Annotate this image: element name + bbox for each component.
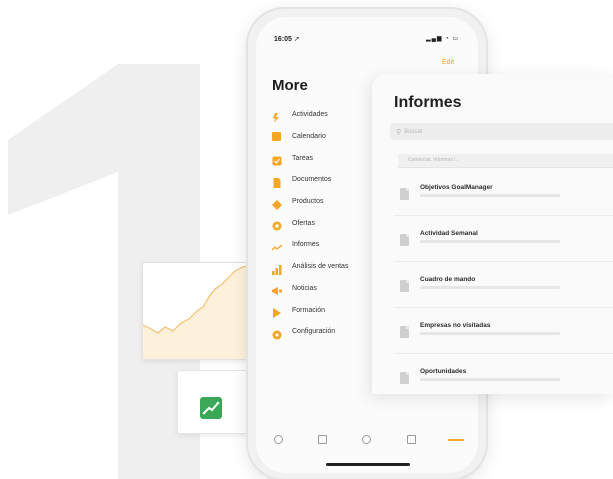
filter-chip-label: Comercial, Informes i...: [408, 157, 460, 163]
report-title: Empresas no visitadas: [420, 322, 491, 329]
report-subtitle-placeholder: [420, 332, 560, 335]
companies-tab-icon: [406, 435, 416, 444]
calendar-icon: [272, 131, 282, 142]
tab-home[interactable]: [260, 435, 296, 444]
tab-contacts[interactable]: [349, 435, 385, 444]
tasks-icon: [272, 153, 282, 166]
document-icon: [400, 234, 409, 246]
status-icons: ▂▄▆ ◔ ▭: [426, 36, 460, 42]
document-icon: [400, 326, 409, 338]
informes-title: Informes: [394, 94, 462, 111]
reports-list: Objetivos GoalManager Actividad Semanal …: [394, 170, 613, 394]
report-subtitle-placeholder: [420, 286, 560, 289]
menu-item-label: Noticias: [292, 284, 317, 292]
calendar-tab-icon: [318, 435, 328, 444]
report-item[interactable]: Oportunidades: [394, 354, 613, 394]
reports-icon: [271, 240, 283, 251]
trend-app-icon: [200, 397, 222, 419]
report-title: Objetivos GoalManager: [420, 184, 493, 191]
report-item[interactable]: Objetivos GoalManager: [394, 170, 613, 216]
document-icon: [400, 188, 409, 200]
document-icon: [400, 280, 409, 292]
report-title: Cuadro de mando: [420, 276, 476, 283]
informes-panel: Informes ⚲ Buscar Comercial, Informes i.…: [372, 74, 613, 394]
menu-item-label: Productos: [292, 198, 324, 206]
menu-item-label: Ofertas: [292, 219, 315, 227]
status-time: 16:05 ➚: [274, 36, 300, 43]
menu-item-label: Informes: [292, 241, 320, 249]
report-title: Actividad Semanal: [420, 230, 478, 237]
report-subtitle-placeholder: [420, 240, 560, 243]
menu-item-label: Análisis de ventas: [292, 263, 349, 271]
report-title: Oportunidades: [420, 368, 467, 375]
more-tab-icon: [447, 439, 464, 441]
search-input[interactable]: ⚲ Buscar: [390, 123, 613, 140]
tab-more[interactable]: [438, 435, 474, 444]
document-icon: [400, 372, 409, 384]
home-tab-icon: [273, 435, 283, 444]
report-item[interactable]: Actividad Semanal: [394, 216, 613, 262]
menu-item-label: Actividades: [292, 111, 328, 119]
contacts-tab-icon: [362, 435, 372, 444]
report-item[interactable]: Empresas no visitadas: [394, 308, 613, 354]
report-item[interactable]: Cuadro de mando: [394, 262, 613, 308]
sales-analysis-icon: [272, 262, 282, 275]
report-subtitle-placeholder: [420, 378, 560, 381]
news-icon: [272, 283, 282, 296]
search-icon: ⚲: [396, 128, 402, 136]
menu-item-label: Documentos: [292, 176, 332, 184]
settings-icon: [272, 327, 282, 340]
menu-item-label: Tareas: [292, 154, 314, 162]
menu-item-label: Configuración: [292, 328, 336, 336]
page-title: More: [272, 77, 308, 94]
training-icon: [272, 305, 282, 319]
offers-icon: [272, 218, 282, 231]
activity-icon: [272, 110, 282, 123]
report-subtitle-placeholder: [420, 194, 560, 197]
filter-chip[interactable]: Comercial, Informes i...: [398, 154, 613, 168]
edit-button[interactable]: Edit: [442, 59, 454, 66]
home-indicator: [326, 463, 410, 466]
documents-icon: [272, 175, 282, 188]
menu-item-label: Calendario: [292, 133, 326, 141]
search-placeholder: Buscar: [404, 128, 423, 135]
tab-companies[interactable]: [393, 435, 429, 444]
tab-calendar[interactable]: [305, 435, 341, 444]
menu-item-label: Formación: [292, 306, 326, 314]
products-icon: [272, 197, 282, 210]
